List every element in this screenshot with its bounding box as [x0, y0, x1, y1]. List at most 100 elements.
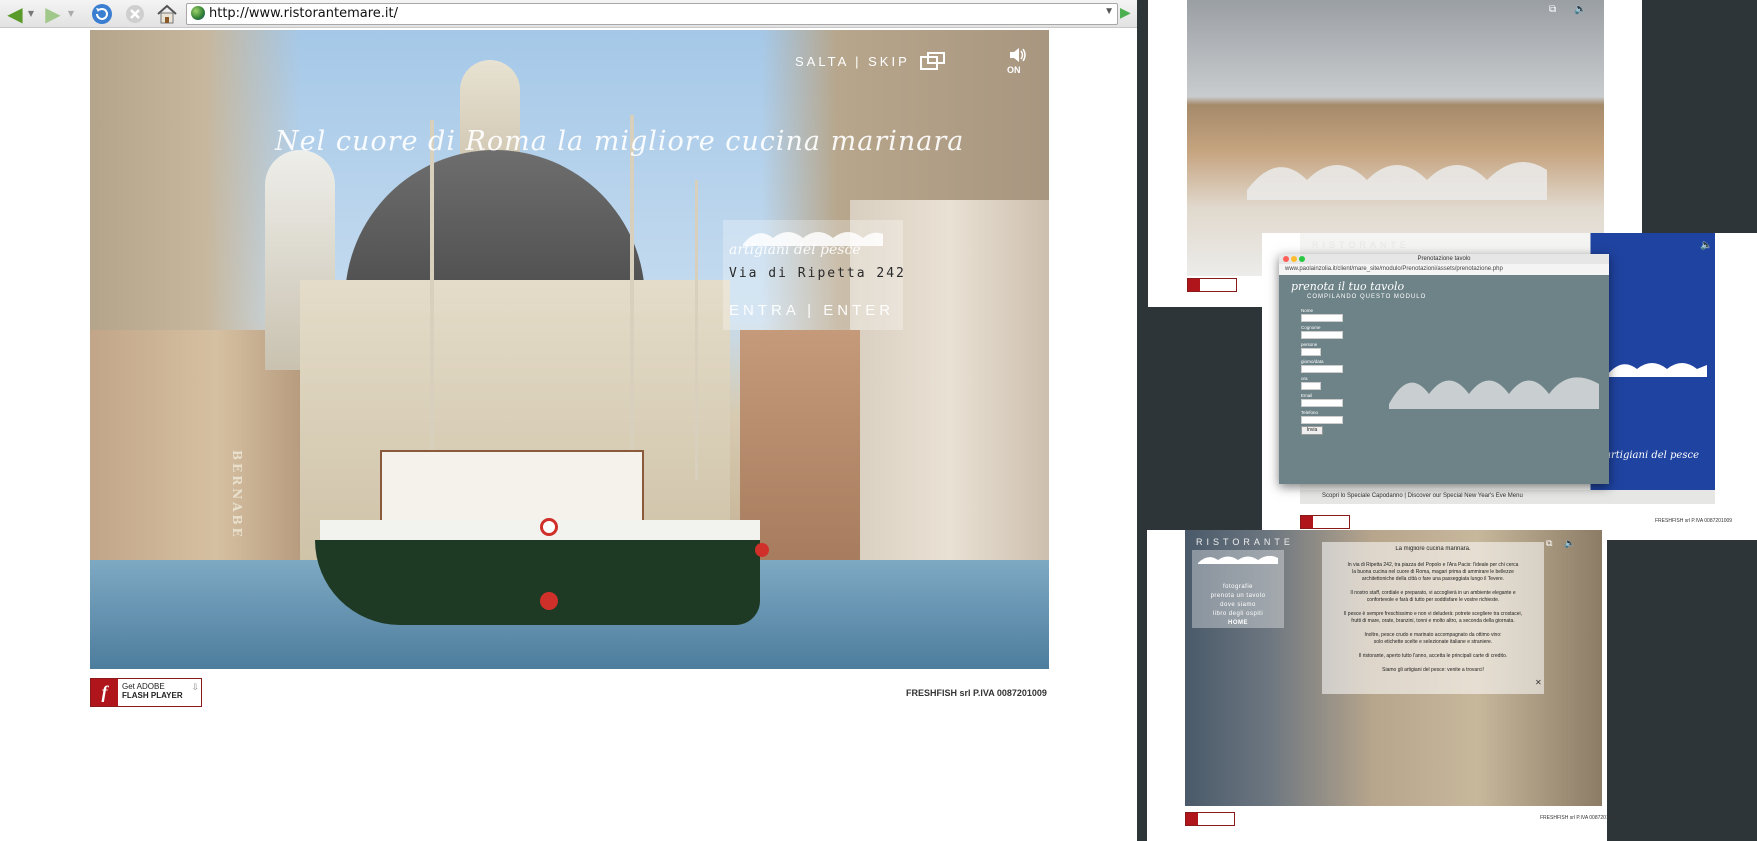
first-name-field: [1301, 314, 1343, 322]
about-line: Il nostro staff, cordiale e preparato, v…: [1350, 590, 1516, 596]
boat-mast: [430, 120, 434, 460]
go-button[interactable]: ▶: [1120, 4, 1134, 22]
forward-button[interactable]: ▶: [40, 1, 66, 26]
site-navigation: fotografie prenota un tavolo dove siamo …: [1192, 550, 1284, 628]
boat-cabin: [380, 450, 644, 529]
flash-badge-small: [1185, 812, 1235, 826]
flash-logo-icon: [1186, 813, 1198, 825]
url-text[interactable]: http://www.ristorantemare.it/: [209, 6, 398, 21]
browser-toolbar: ◀ ▼ ▶ ▼ http://www.ristorantemare.it/ ▼ …: [0, 0, 1137, 28]
reservation-popup-window: Prenotazione tavolo www.paolainzolia.it/…: [1279, 254, 1609, 484]
stop-icon: [126, 4, 144, 23]
about-line: In via di Ripetta 242, tra piazza del Po…: [1347, 562, 1519, 568]
reload-button[interactable]: [90, 2, 114, 25]
popup-title-bar: Prenotazione tavolo: [1279, 254, 1609, 264]
phone-field: [1301, 416, 1343, 424]
buoy: [755, 543, 769, 557]
reload-icon: [92, 3, 112, 24]
life-ring: [540, 518, 558, 536]
about-line: Il ristorante, aperto tutto l'anno, acce…: [1358, 653, 1508, 659]
flash-badge-small: [1187, 278, 1237, 292]
speaker-icon: 🔈: [1700, 240, 1713, 251]
nav-item-home: HOME: [1228, 620, 1248, 626]
time-field: [1301, 382, 1321, 390]
boat-mast: [695, 180, 698, 480]
url-history-dropdown-icon[interactable]: ▼: [1104, 6, 1114, 17]
nav-item-libro-ospiti: libro degli ospiti: [1212, 611, 1264, 617]
promo-text: Scopri lo Speciale Capodanno | Discover …: [1322, 493, 1523, 499]
back-history-dropdown-icon[interactable]: ▼: [26, 2, 36, 25]
home-button[interactable]: [155, 2, 179, 25]
site-globe-icon: [191, 6, 205, 20]
field-label: Telefono: [1301, 410, 1319, 415]
flash-badge-line1: Get ADOBE: [122, 682, 165, 691]
tagline: artigiani del pesce: [1605, 450, 1700, 461]
sound-state-label[interactable]: ON: [1007, 65, 1021, 75]
about-line: confortevole e farà di tutto per soddisf…: [1366, 597, 1500, 603]
stop-button[interactable]: [124, 2, 146, 25]
ristorante-label: RISTORANTE: [1196, 537, 1294, 547]
flash-logo-icon: f: [91, 679, 118, 706]
reservation-heading: prenota il tuo tavolo: [1291, 280, 1405, 293]
entry-panel: artigiani del pesce Via di Ripetta 242 E…: [723, 220, 906, 330]
boat-sign: BERNABE: [230, 450, 244, 540]
field-label: giorno/data: [1301, 359, 1324, 364]
interior-window-icons: ⧉🔈: [1549, 4, 1605, 15]
skip-intro-link[interactable]: SALTA | SKIP: [795, 54, 910, 69]
company-footer: FRESHFISH srl P.IVA 0087201009: [906, 688, 1047, 698]
address-bar[interactable]: http://www.ristorantemare.it/ ▼: [186, 3, 1118, 25]
about-text-panel: La migliore cucina marinara. In via di R…: [1322, 542, 1544, 694]
field-label: persone: [1301, 342, 1318, 347]
intro-hero: BERNABE Nel cuore di Roma la migliore cu…: [90, 30, 1049, 669]
minimize-dot-icon[interactable]: [1291, 256, 1297, 262]
get-flash-player-badge[interactable]: f Get ADOBE FLASH PLAYER ⇩: [90, 678, 202, 707]
about-line: Siamo gli artigiani del pesce: venite a …: [1382, 667, 1484, 673]
flash-badge-text: Get ADOBE FLASH PLAYER: [122, 682, 183, 700]
back-arrow-icon: ◀: [7, 1, 23, 26]
back-button[interactable]: ◀: [2, 1, 28, 26]
ristorante-label: RISTORANTE: [1312, 240, 1410, 250]
about-heading: La migliore cucina marinara.: [1395, 546, 1471, 552]
popup-url-bar: www.paolainzolia.it/client/mare_site/mod…: [1279, 264, 1609, 275]
field-label: Email: [1301, 393, 1313, 398]
company-footer-small: FRESHFISH srl P.IVA 0087201009: [1655, 518, 1733, 524]
submit-button: Invia: [1301, 426, 1323, 435]
speaker-icon[interactable]: [1008, 46, 1028, 64]
forward-arrow-icon: ▶: [45, 1, 61, 26]
email-field: [1301, 399, 1343, 407]
last-name-field: [1301, 331, 1343, 339]
flash-logo-icon: [1188, 279, 1200, 291]
popup-window-title: Prenotazione tavolo: [1417, 256, 1471, 262]
date-field: [1301, 365, 1343, 373]
flash-badge-small: [1300, 515, 1350, 529]
close-dot-icon[interactable]: [1283, 256, 1289, 262]
field-label: ora: [1301, 376, 1308, 381]
forward-history-dropdown-icon[interactable]: ▼: [66, 2, 76, 25]
about-line: frutti di mare, orate, branzini, tonni e…: [1351, 618, 1515, 624]
boat-mast: [630, 115, 634, 455]
guests-field: [1301, 348, 1321, 356]
company-footer-small: FRESHFISH srl P.IVA 0087201009: [1540, 815, 1618, 821]
address: Via di Ripetta 242: [729, 266, 906, 281]
tagline: artigiani del pesce: [729, 242, 861, 258]
boat-hull: [315, 540, 760, 625]
intro-slogan: Nel cuore di Roma la migliore cucina mar…: [275, 126, 965, 157]
menu-link: menù: [1613, 300, 1659, 319]
nav-item-prenota: prenota un tavolo: [1210, 593, 1266, 599]
about-line: solo etichette scelte e selezionate ital…: [1373, 639, 1493, 645]
nav-item-dove-siamo: dove siamo: [1220, 602, 1256, 608]
home-icon: [157, 4, 177, 23]
mare-logo-white: [1607, 363, 1707, 377]
close-icon: ✕: [1535, 678, 1542, 687]
field-label: Cognome: [1301, 325, 1321, 330]
about-line: Inoltre, pesce crudo e marinato accompag…: [1364, 632, 1502, 638]
field-label: Nome: [1301, 308, 1314, 313]
about-line: Il pesce è sempre freschissimo e non vi …: [1343, 611, 1523, 617]
fullscreen-icon[interactable]: [920, 52, 946, 70]
mare-logo-wave: [1198, 555, 1278, 564]
zoom-dot-icon[interactable]: [1299, 256, 1305, 262]
flash-logo-icon: [1301, 516, 1313, 528]
enter-button[interactable]: ENTRA | ENTER: [729, 302, 894, 319]
about-line: la buona cucina nel cuore di Roma, magar…: [1352, 569, 1514, 575]
flash-badge-line2: FLASH PLAYER: [122, 691, 183, 700]
